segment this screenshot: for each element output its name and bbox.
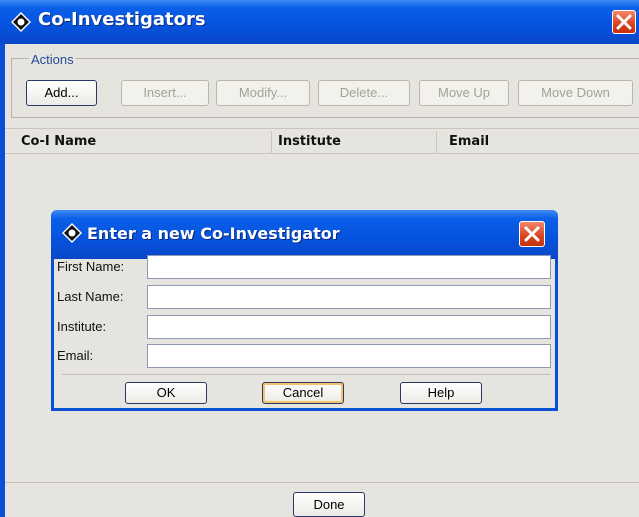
column-institute[interactable]: Institute (272, 129, 432, 153)
column-divider[interactable] (436, 131, 437, 153)
email-field[interactable] (147, 344, 551, 368)
last-name-field[interactable] (147, 285, 551, 309)
dialog-close-button[interactable] (519, 221, 545, 247)
done-button[interactable]: Done (293, 492, 365, 517)
app-diamond-icon (11, 12, 31, 32)
app-diamond-icon (62, 223, 82, 243)
column-email[interactable]: Email (443, 129, 633, 153)
add-button[interactable]: Add... (26, 80, 97, 106)
email-label: Email: (57, 348, 94, 363)
cancel-button[interactable]: Cancel (262, 382, 344, 404)
column-co-i-name[interactable]: Co-I Name (15, 129, 265, 153)
close-icon (524, 226, 540, 242)
move-up-button[interactable]: Move Up (419, 80, 509, 106)
dialog-title: Enter a new Co-Investigator (87, 224, 340, 243)
dialog-titlebar[interactable]: Enter a new Co-Investigator (51, 210, 558, 259)
first-name-label: First Name: (57, 259, 125, 274)
first-name-field[interactable] (147, 255, 551, 279)
close-icon (616, 14, 632, 30)
new-co-investigator-dialog: Enter a new Co-Investigator First Name: … (51, 210, 558, 411)
insert-button[interactable]: Insert... (121, 80, 209, 106)
actions-group: Actions Add... Insert... Modify... Delet… (11, 52, 639, 122)
modify-button[interactable]: Modify... (216, 80, 310, 106)
institute-label: Institute: (57, 319, 107, 334)
last-name-label: Last Name: (57, 289, 124, 304)
dialog-divider (62, 374, 550, 375)
table-header: Co-I Name Institute Email (5, 128, 639, 154)
ok-button[interactable]: OK (125, 382, 207, 404)
window-close-button[interactable] (612, 10, 636, 34)
window-title: Co-Investigators (38, 9, 206, 30)
institute-field[interactable] (147, 315, 551, 339)
window-titlebar[interactable]: Co-Investigators (0, 0, 639, 44)
help-button[interactable]: Help (400, 382, 482, 404)
footer-divider (5, 482, 639, 483)
delete-button[interactable]: Delete... (318, 80, 410, 106)
actions-label: Actions (29, 52, 76, 67)
move-down-button[interactable]: Move Down (518, 80, 633, 106)
